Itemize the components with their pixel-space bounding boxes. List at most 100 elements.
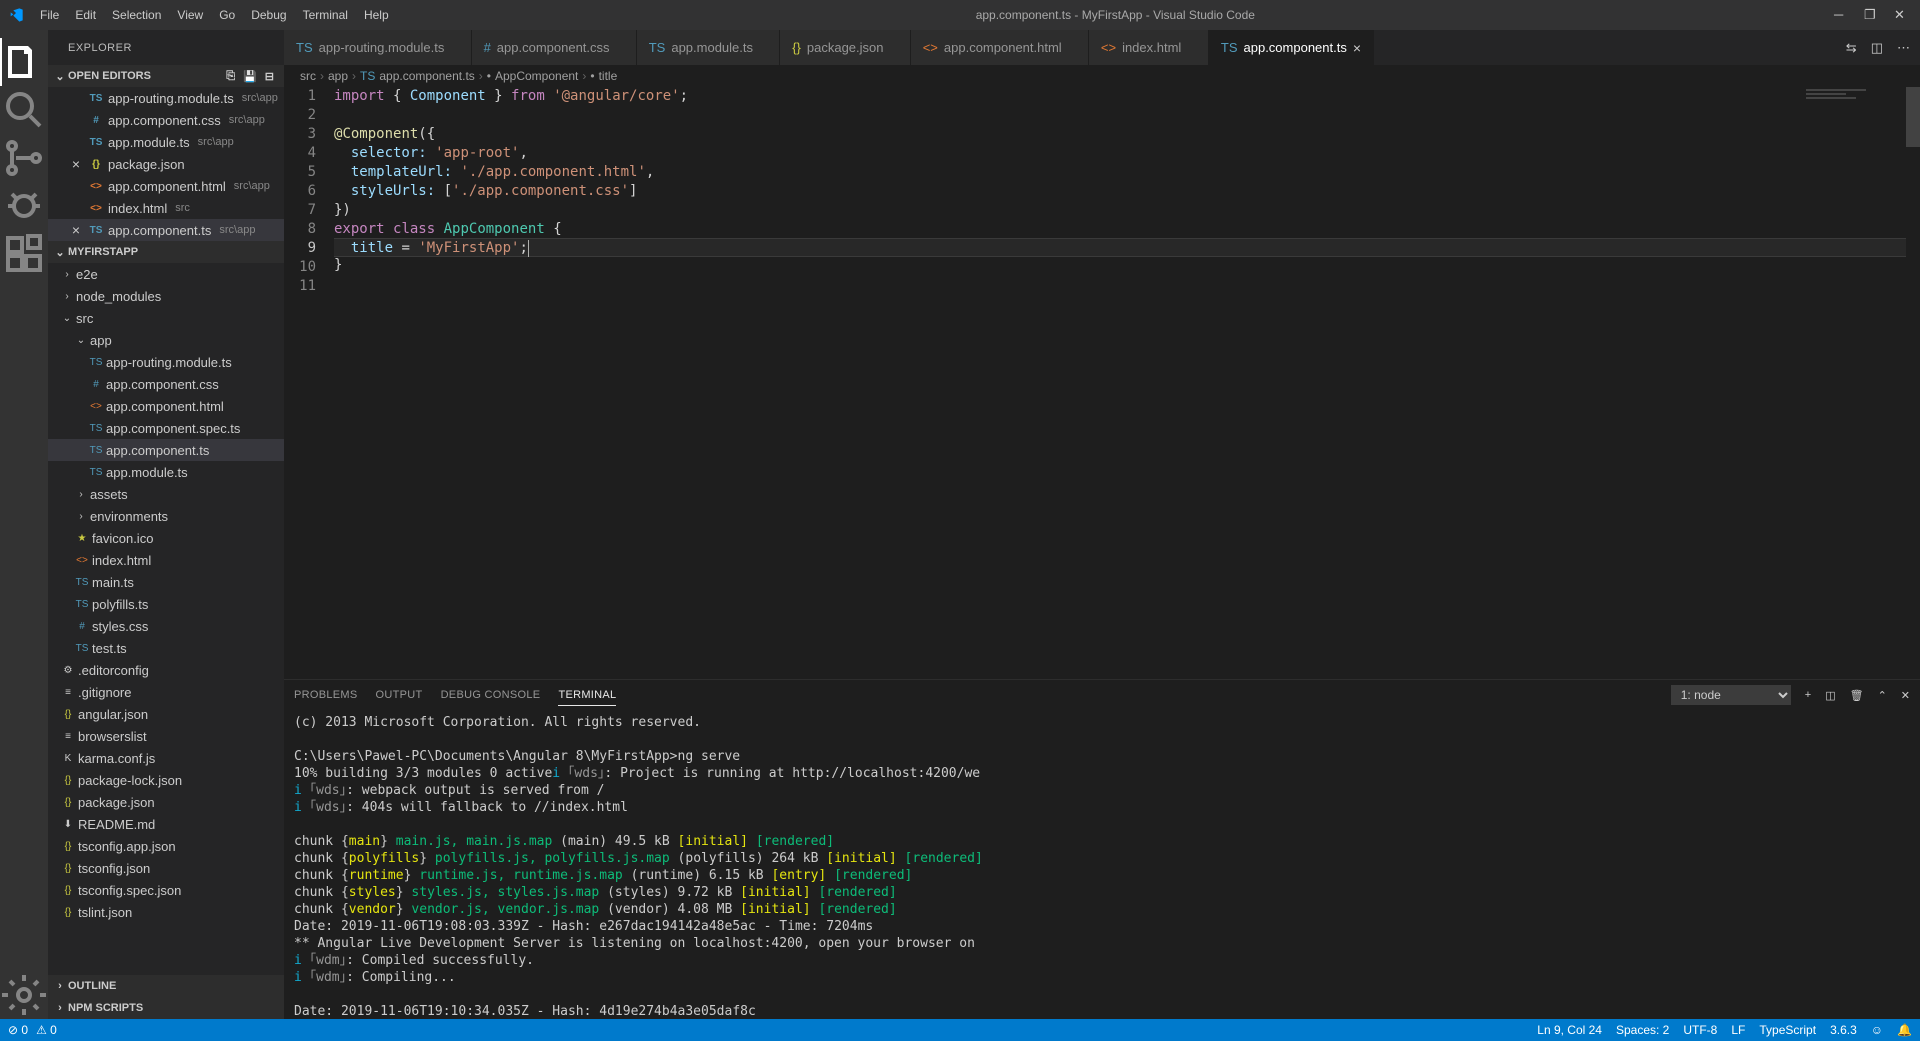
status-lang[interactable]: TypeScript [1759,1023,1816,1037]
file-item[interactable]: #styles.css [48,615,284,637]
split-editor-icon[interactable]: ◫ [1871,40,1883,56]
open-editor-item[interactable]: <>app.component.htmlsrc\app [48,175,284,197]
menu-debug[interactable]: Debug [243,4,294,26]
open-editor-item[interactable]: #app.component.csssrc\app [48,109,284,131]
panel-tab-terminal[interactable]: TERMINAL [558,689,616,706]
maximize-panel-icon[interactable]: ⌃ [1878,689,1887,702]
terminal-content[interactable]: (c) 2013 Microsoft Corporation. All righ… [284,710,1920,1019]
file-item[interactable]: {}package-lock.json [48,769,284,791]
close-icon[interactable]: × [68,222,84,238]
breadcrumb-item[interactable]: src [300,69,316,83]
code-line[interactable]: templateUrl: './app.component.html', [334,163,1920,182]
folder-item[interactable]: ›environments [48,505,284,527]
status-feedback[interactable]: ☺ [1871,1023,1883,1037]
folder-item[interactable]: ⌄app [48,329,284,351]
editor-tab[interactable]: TSapp.module.ts× [637,30,780,65]
menu-edit[interactable]: Edit [67,4,104,26]
close-window-button[interactable]: ✕ [1894,7,1904,23]
close-icon[interactable]: × [68,156,84,172]
file-item[interactable]: TSpolyfills.ts [48,593,284,615]
extensions-icon[interactable] [0,230,48,278]
editor-tab[interactable]: TSapp.component.ts× [1209,30,1374,65]
compare-icon[interactable]: ⇆ [1846,40,1857,56]
open-editor-item[interactable]: TSapp-routing.module.tssrc\app [48,87,284,109]
menu-file[interactable]: File [32,4,67,26]
code-line[interactable] [334,275,1920,294]
code-line[interactable]: title = 'MyFirstApp'; [334,238,1920,257]
folder-item[interactable]: ⌄src [48,307,284,329]
file-item[interactable]: #app.component.css [48,373,284,395]
status-encoding[interactable]: UTF-8 [1683,1023,1717,1037]
open-editor-item[interactable]: TSapp.module.tssrc\app [48,131,284,153]
status-indent[interactable]: Spaces: 2 [1616,1023,1669,1037]
status-cursor-pos[interactable]: Ln 9, Col 24 [1537,1023,1602,1037]
file-item[interactable]: TSapp.component.ts [48,439,284,461]
file-item[interactable]: {}tsconfig.app.json [48,835,284,857]
code-content[interactable]: import { Component } from '@angular/core… [334,87,1920,679]
open-editor-item[interactable]: <>index.htmlsrc [48,197,284,219]
file-item[interactable]: TSapp-routing.module.ts [48,351,284,373]
code-line[interactable]: export class AppComponent { [334,220,1920,239]
npm-header[interactable]: › NPM SCRIPTS [48,997,284,1019]
breadcrumb-item[interactable]: •title [590,69,617,83]
vertical-scrollbar[interactable] [1906,87,1920,679]
new-file-icon[interactable]: ⎘ [226,70,235,83]
project-header[interactable]: ⌄ MYFIRSTAPP [48,241,284,263]
panel-tab-debug-console[interactable]: DEBUG CONSOLE [441,689,541,701]
panel-tab-problems[interactable]: PROBLEMS [294,689,358,701]
close-all-icon[interactable]: ⊟ [265,70,274,83]
more-icon[interactable]: ⋯ [1897,40,1910,56]
editor-tab[interactable]: #app.component.css× [472,30,637,65]
terminal-select[interactable]: 1: node [1671,685,1791,705]
breadcrumb-item[interactable]: •AppComponent [487,69,579,83]
file-item[interactable]: {}package.json [48,791,284,813]
panel-tab-output[interactable]: OUTPUT [376,689,423,701]
code-line[interactable]: styleUrls: ['./app.component.css'] [334,182,1920,201]
code-line[interactable]: selector: 'app-root', [334,144,1920,163]
breadcrumb-item[interactable]: app [328,69,348,83]
file-item[interactable]: {}angular.json [48,703,284,725]
file-item[interactable]: {}tslint.json [48,901,284,923]
open-editors-header[interactable]: ⌄ OPEN EDITORS ⎘ 💾 ⊟ [48,65,284,87]
file-item[interactable]: ⬇README.md [48,813,284,835]
status-errors[interactable]: ⊘ 0 [8,1023,28,1037]
file-item[interactable]: TStest.ts [48,637,284,659]
file-item[interactable]: <>index.html [48,549,284,571]
file-item[interactable]: {}tsconfig.spec.json [48,879,284,901]
kill-terminal-icon[interactable]: 🗑 [1850,689,1864,702]
code-line[interactable] [334,106,1920,125]
source-control-icon[interactable] [0,134,48,182]
file-item[interactable]: TSapp.component.spec.ts [48,417,284,439]
save-all-icon[interactable]: 💾 [243,70,257,83]
menu-help[interactable]: Help [356,4,397,26]
status-ts-version[interactable]: 3.6.3 [1830,1023,1857,1037]
menu-selection[interactable]: Selection [104,4,169,26]
status-eol[interactable]: LF [1731,1023,1745,1037]
code-line[interactable]: @Component({ [334,125,1920,144]
breadcrumb[interactable]: src›app›TSapp.component.ts›•AppComponent… [284,65,1920,87]
maximize-button[interactable]: ❐ [1864,7,1874,23]
split-terminal-icon[interactable]: ◫ [1825,689,1835,702]
outline-header[interactable]: › OUTLINE [48,975,284,997]
file-item[interactable]: <>app.component.html [48,395,284,417]
minimap[interactable] [1806,87,1906,107]
status-bell[interactable]: 🔔 [1897,1023,1912,1037]
file-item[interactable]: ⚙.editorconfig [48,659,284,681]
folder-item[interactable]: ›assets [48,483,284,505]
new-terminal-icon[interactable]: + [1805,689,1811,701]
debug-icon[interactable] [0,182,48,230]
minimize-button[interactable]: ─ [1834,7,1844,23]
code-editor[interactable]: 1234567891011 import { Component } from … [284,87,1920,679]
breadcrumb-item[interactable]: TSapp.component.ts [360,69,475,83]
open-editor-item[interactable]: ×{}package.json [48,153,284,175]
close-panel-icon[interactable]: ✕ [1901,689,1910,702]
code-line[interactable]: } [334,256,1920,275]
file-item[interactable]: ★favicon.ico [48,527,284,549]
file-item[interactable]: TSmain.ts [48,571,284,593]
file-item[interactable]: TSapp.module.ts [48,461,284,483]
file-item[interactable]: Kkarma.conf.js [48,747,284,769]
file-item[interactable]: ≡.gitignore [48,681,284,703]
explorer-icon[interactable] [0,38,48,86]
menu-view[interactable]: View [169,4,211,26]
editor-tab[interactable]: <>app.component.html× [911,30,1089,65]
